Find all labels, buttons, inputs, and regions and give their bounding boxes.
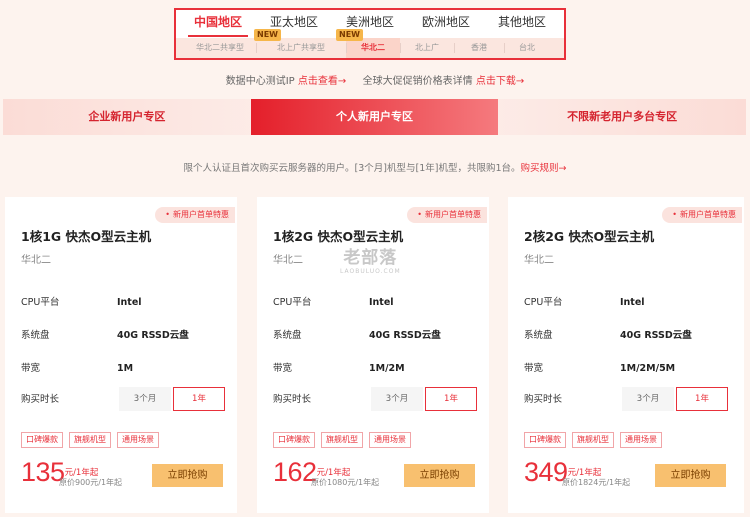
- purchase-notice: 限个人认证且首次购买云服务器的用户。[3个月]机型与[1年]机型，共限购1台。购…: [0, 160, 750, 174]
- new-badge: NEW: [254, 29, 281, 41]
- region-tabs: 中国地区 亚太地区 美洲地区 欧洲地区 其他地区: [176, 10, 564, 37]
- product-title: 2核2G 快杰O型云主机: [524, 229, 655, 244]
- new-badge: NEW: [336, 29, 363, 41]
- info-links: 数据中心测试IP 点击查看→ 全球大促促销价格表详情 点击下载→: [0, 72, 750, 87]
- view-test-ip-link[interactable]: 点击查看→: [298, 76, 346, 87]
- product-tags: 口碑爆款 旗舰机型 通用场景: [524, 432, 662, 448]
- spec-bandwidth: 带宽 1M/2M/5M: [524, 363, 676, 374]
- watermark: 老部落 LAOBULUO.COM: [340, 248, 401, 275]
- duration-selector: 购买时长 3个月 1年: [273, 387, 483, 411]
- duration-1-year[interactable]: 1年: [173, 387, 225, 411]
- tag: 旗舰机型: [572, 432, 614, 448]
- duration-3-months[interactable]: 3个月: [371, 387, 423, 411]
- tab-china[interactable]: 中国地区: [180, 10, 256, 37]
- tag: 旗舰机型: [321, 432, 363, 448]
- duration-selector: 购买时长 3个月 1年: [524, 387, 734, 411]
- subtab-hongkong[interactable]: 香港: [454, 38, 504, 58]
- spec-bandwidth: 带宽 1M: [21, 363, 134, 374]
- tag: 旗舰机型: [69, 432, 111, 448]
- spec-cpu: CPU平台 Intel: [21, 297, 142, 308]
- original-price: 原价1080元/1年起: [311, 478, 380, 487]
- duration-1-year[interactable]: 1年: [425, 387, 477, 411]
- product-card: • 新用户首单特惠 2核2G 快杰O型云主机 华北二 CPU平台 Intel 系统盘…: [508, 197, 744, 513]
- buy-now-button[interactable]: 立即抢购: [152, 464, 223, 487]
- buy-now-button[interactable]: 立即抢购: [404, 464, 475, 487]
- product-region: 华北二: [21, 255, 51, 266]
- duration-3-months[interactable]: 3个月: [622, 387, 674, 411]
- original-price: 原价1824元/1年起: [562, 478, 631, 487]
- tag: 口碑爆款: [21, 432, 63, 448]
- product-title: 1核1G 快杰O型云主机: [21, 229, 152, 244]
- spec-disk: 系统盘 40G RSSD云盘: [273, 330, 441, 341]
- tab-europe[interactable]: 欧洲地区: [408, 10, 484, 36]
- tab-other[interactable]: 其他地区: [484, 10, 560, 36]
- subtab-taipei[interactable]: 台北: [504, 38, 550, 58]
- user-type-tabs: 企业新用户专区 个人新用户专区 不限新老用户多台专区: [3, 99, 746, 135]
- subtab-bsg[interactable]: 北上广: [400, 38, 454, 58]
- tab-personal-new-user[interactable]: 个人新用户专区: [250, 99, 499, 135]
- duration-selector: 购买时长 3个月 1年: [21, 387, 231, 411]
- spec-cpu: CPU平台 Intel: [273, 297, 394, 308]
- price-list-text: 全球大促促销价格表详情: [362, 76, 473, 87]
- spec-bandwidth: 带宽 1M/2M: [273, 363, 405, 374]
- notice-text: 限个人认证且首次购买云服务器的用户。[3个月]机型与[1年]机型，共限购1台。: [183, 163, 521, 174]
- product-region: 华北二: [273, 255, 303, 266]
- buy-now-button[interactable]: 立即抢购: [655, 464, 726, 487]
- product-card: • 新用户首单特惠 1核1G 快杰O型云主机 华北二 CPU平台 Intel 系统盘…: [5, 197, 237, 513]
- product-region: 华北二: [524, 255, 554, 266]
- region-selector: 中国地区 亚太地区 美洲地区 欧洲地区 其他地区 华北二共享型 北上广共享型 华…: [174, 8, 566, 60]
- tab-all-users-multi[interactable]: 不限新老用户多台专区: [498, 99, 746, 135]
- product-tags: 口碑爆款 旗舰机型 通用场景: [273, 432, 411, 448]
- subtab-huabei2[interactable]: 华北二: [346, 38, 400, 58]
- tab-enterprise-new-user[interactable]: 企业新用户专区: [3, 99, 251, 135]
- promo-badge: • 新用户首单特惠: [407, 207, 487, 223]
- purchase-rules-link[interactable]: 购买规则→: [521, 163, 567, 174]
- tag: 口碑爆款: [524, 432, 566, 448]
- spec-disk: 系统盘 40G RSSD云盘: [21, 330, 189, 341]
- subtab-bsg-shared[interactable]: 北上广共享型: [256, 38, 346, 58]
- promo-badge: • 新用户首单特惠: [155, 207, 235, 223]
- datacenter-subtabs: 华北二共享型 北上广共享型 华北二 北上广 香港 台北: [176, 38, 564, 58]
- download-price-list-link[interactable]: 点击下载→: [476, 76, 524, 87]
- subtab-huabei2-shared[interactable]: 华北二共享型: [184, 38, 256, 58]
- duration-3-months[interactable]: 3个月: [119, 387, 171, 411]
- promo-badge: • 新用户首单特惠: [662, 207, 742, 223]
- tag: 口碑爆款: [273, 432, 315, 448]
- tag: 通用场景: [620, 432, 662, 448]
- test-ip-text: 数据中心测试IP: [225, 76, 295, 87]
- tag: 通用场景: [117, 432, 159, 448]
- spec-cpu: CPU平台 Intel: [524, 297, 645, 308]
- spec-disk: 系统盘 40G RSSD云盘: [524, 330, 692, 341]
- product-tags: 口碑爆款 旗舰机型 通用场景: [21, 432, 159, 448]
- duration-1-year[interactable]: 1年: [676, 387, 728, 411]
- tag: 通用场景: [369, 432, 411, 448]
- original-price: 原价900元/1年起: [59, 478, 123, 487]
